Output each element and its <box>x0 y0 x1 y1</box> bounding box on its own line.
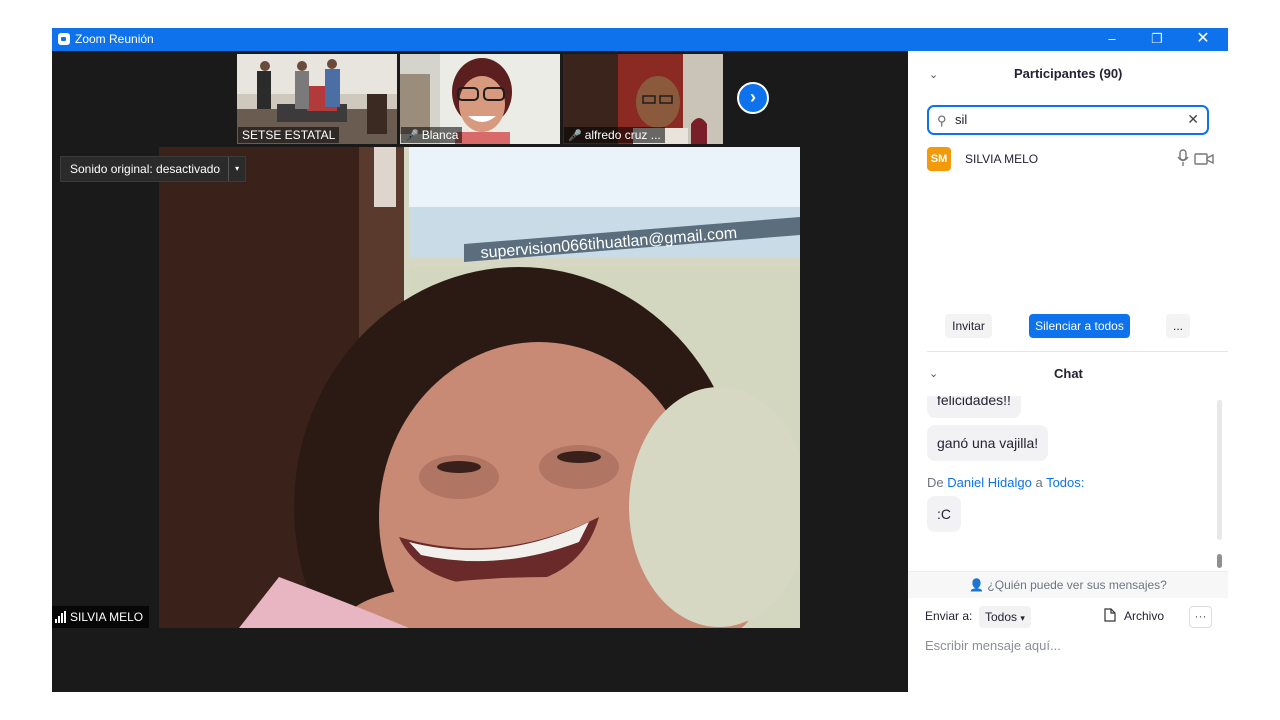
zoom-window: Zoom Reunión – ❐ ✕ SETSE ESTATAL 🎤 Blanc… <box>52 28 1228 692</box>
main-speaker-video: supervision066tihuatlan@gmail.com <box>159 147 800 628</box>
participants-more-button[interactable]: ... <box>1166 314 1190 338</box>
file-icon <box>1104 608 1116 622</box>
signal-strength-icon <box>55 611 66 623</box>
mic-muted-icon: 🎤 <box>405 130 419 142</box>
zoom-app-icon <box>58 33 70 45</box>
who-can-see-link[interactable]: 👤 ¿Quién puede ver sus mensajes? <box>908 571 1228 598</box>
chat-header: Chat <box>1054 366 1083 381</box>
avatar: SM <box>927 147 951 171</box>
participant-row[interactable]: SM SILVIA MELO <box>927 146 1217 172</box>
speaker-name: SILVIA MELO <box>70 610 144 624</box>
chat-scrollbar-thumb[interactable] <box>1217 554 1222 568</box>
original-sound-label: Sonido original: desactivado <box>70 162 221 176</box>
thumbnail-name-label: SETSE ESTATAL <box>238 127 340 143</box>
speaker-name-tag: SILVIA MELO <box>52 606 150 628</box>
video-thumbnail[interactable]: 🎤 Blanca <box>400 54 560 144</box>
message-sender-line: De Daniel Hidalgo a Todos: <box>927 475 1085 490</box>
file-button[interactable]: Archivo <box>1104 608 1164 623</box>
chat-scrollbar-track[interactable] <box>1217 400 1222 540</box>
thumbnail-name-label: 🎤 Blanca <box>401 127 463 143</box>
speaker-video-frame: supervision066tihuatlan@gmail.com <box>159 147 800 628</box>
side-panel: ⌄ Participantes (90) ⚲ sil ✕ SM SILVIA M… <box>908 51 1228 692</box>
invite-button[interactable]: Invitar <box>945 314 992 338</box>
chat-message-input[interactable] <box>925 635 1215 655</box>
mic-muted-icon: 🎤 <box>568 130 582 142</box>
person-icon: 👤 <box>969 578 985 592</box>
title-bar: Zoom Reunión – ❐ ✕ <box>52 28 1228 51</box>
participant-search[interactable]: ⚲ sil ✕ <box>927 105 1209 135</box>
original-sound-button[interactable]: Sonido original: desactivado ▾ <box>60 156 247 182</box>
send-to-label: Enviar a: <box>925 609 973 623</box>
chat-message-list: felicidades!! ganó una vajilla! De Danie… <box>908 396 1228 571</box>
participants-header: Participantes (90) <box>1014 66 1123 81</box>
video-area: SETSE ESTATAL 🎤 Blanca 🎤 alfredo cruz ..… <box>52 51 908 692</box>
chevron-down-icon: ▾ <box>1020 613 1025 623</box>
window-title: Zoom Reunión <box>75 32 154 46</box>
who-can-see-text: ¿Quién puede ver sus mensajes? <box>987 578 1167 592</box>
video-thumbnail[interactable]: 🎤 alfredo cruz ... <box>563 54 723 144</box>
mute-all-button[interactable]: Silenciar a todos <box>1029 314 1130 338</box>
search-input-value[interactable]: sil <box>955 112 967 127</box>
clear-search-icon[interactable]: ✕ <box>1187 111 1199 128</box>
next-page-button[interactable]: › <box>737 82 769 114</box>
search-icon: ⚲ <box>937 113 947 128</box>
collapse-chat-icon[interactable]: ⌄ <box>929 367 938 380</box>
close-button[interactable]: ✕ <box>1180 28 1226 51</box>
minimize-button[interactable]: – <box>1089 28 1135 51</box>
thumbnail-name-label: 🎤 alfredo cruz ... <box>564 127 665 143</box>
participant-name: SILVIA MELO <box>965 152 1039 166</box>
chat-message: felicidades!! <box>927 396 1021 418</box>
restore-button[interactable]: ❐ <box>1134 28 1180 51</box>
chat-message: :C <box>927 496 961 532</box>
chevron-down-icon[interactable]: ▾ <box>228 157 245 181</box>
video-thumbnail[interactable]: SETSE ESTATAL <box>237 54 397 144</box>
recipient-name[interactable]: Todos: <box>1046 475 1084 490</box>
collapse-participants-icon[interactable]: ⌄ <box>929 68 938 81</box>
sender-name[interactable]: Daniel Hidalgo <box>947 475 1032 490</box>
chat-message: ganó una vajilla! <box>927 425 1049 461</box>
divider <box>927 351 1228 352</box>
send-to-dropdown[interactable]: Todos ▾ <box>979 606 1031 628</box>
microphone-icon[interactable] <box>1176 148 1190 168</box>
video-camera-icon[interactable] <box>1194 152 1214 166</box>
chat-more-button[interactable]: ··· <box>1189 606 1212 628</box>
